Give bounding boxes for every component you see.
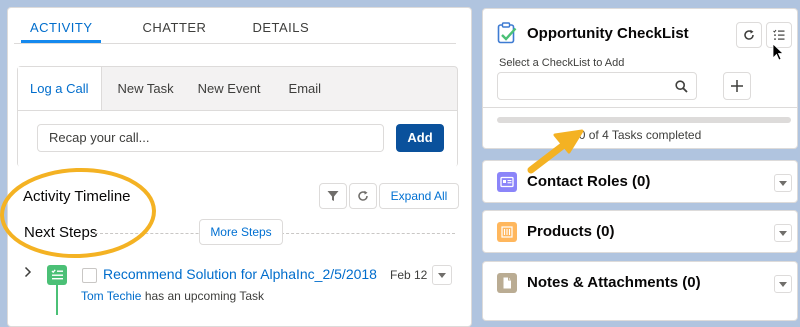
highlight-ellipse xyxy=(0,167,156,259)
annotation-overlay xyxy=(0,43,785,259)
highlight-arrow xyxy=(527,129,584,174)
mouse-pointer-icon xyxy=(772,43,785,61)
